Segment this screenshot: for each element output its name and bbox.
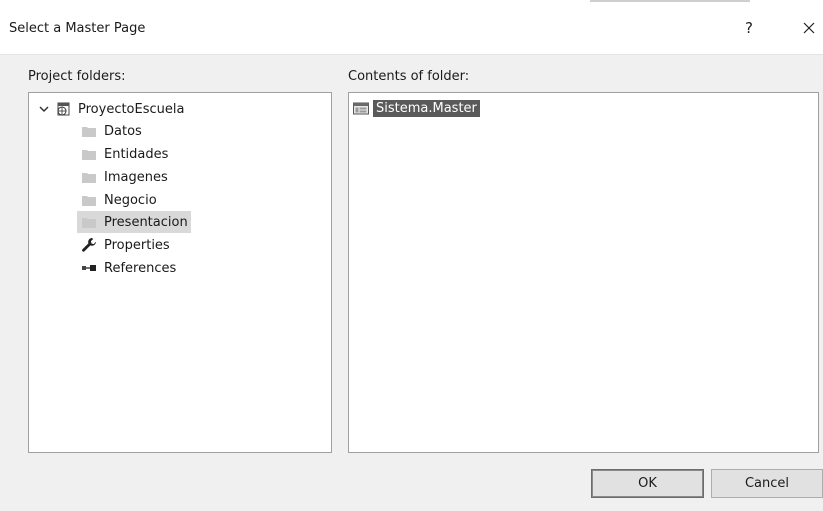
tree-item-imagenes[interactable]: Imagenes [81, 166, 171, 188]
close-icon [803, 22, 815, 34]
web-project-icon [55, 101, 71, 117]
folder-icon [81, 146, 97, 162]
cancel-button[interactable]: Cancel [711, 469, 823, 498]
wrench-icon [81, 237, 97, 253]
tree-item-datos[interactable]: Datos [81, 120, 145, 142]
folder-icon [81, 123, 97, 139]
tree-item-label: Properties [104, 237, 170, 253]
tree-item-references[interactable]: References [81, 257, 179, 279]
tree-item-negocio[interactable]: Negocio [81, 189, 160, 211]
title-bar: Select a Master Page ? [0, 0, 823, 55]
chevron-down-icon[interactable] [37, 102, 51, 116]
tree-item-label: Imagenes [104, 169, 168, 185]
tree-item-label: Negocio [104, 192, 157, 208]
contents-of-folder-label: Contents of folder: [348, 69, 470, 84]
references-icon [81, 260, 97, 276]
tree-item-label: ProyectoEscuela [78, 101, 185, 117]
contents-of-folder-list[interactable]: Sistema.Master [348, 92, 819, 453]
project-folders-label: Project folders: [28, 69, 126, 84]
tree-item-entidades[interactable]: Entidades [81, 143, 171, 165]
folder-icon [81, 214, 97, 230]
help-button[interactable]: ? [735, 14, 763, 42]
folder-icon [81, 169, 97, 185]
tree-item-label: Presentacion [101, 214, 191, 230]
folder-icon [81, 192, 97, 208]
list-item-label: Sistema.Master [373, 99, 480, 117]
tree-item-presentacion[interactable]: Presentacion [77, 211, 191, 233]
tree-item-label: Entidades [104, 146, 169, 162]
close-button[interactable] [795, 14, 823, 42]
tree-item-proyectoescuela[interactable]: ProyectoEscuela [37, 98, 187, 120]
tree-item-label: Datos [104, 123, 142, 139]
master-page-icon [353, 100, 369, 116]
background-edge [590, 0, 750, 2]
project-folders-tree[interactable]: ProyectoEscuela Datos Entidades Imagenes… [28, 92, 332, 453]
tree-item-properties[interactable]: Properties [81, 234, 173, 256]
list-item-sistema-master[interactable]: Sistema.Master [353, 98, 480, 118]
tree-item-label: References [104, 260, 177, 276]
dialog-title: Select a Master Page [9, 21, 146, 36]
ok-button[interactable]: OK [591, 469, 704, 498]
